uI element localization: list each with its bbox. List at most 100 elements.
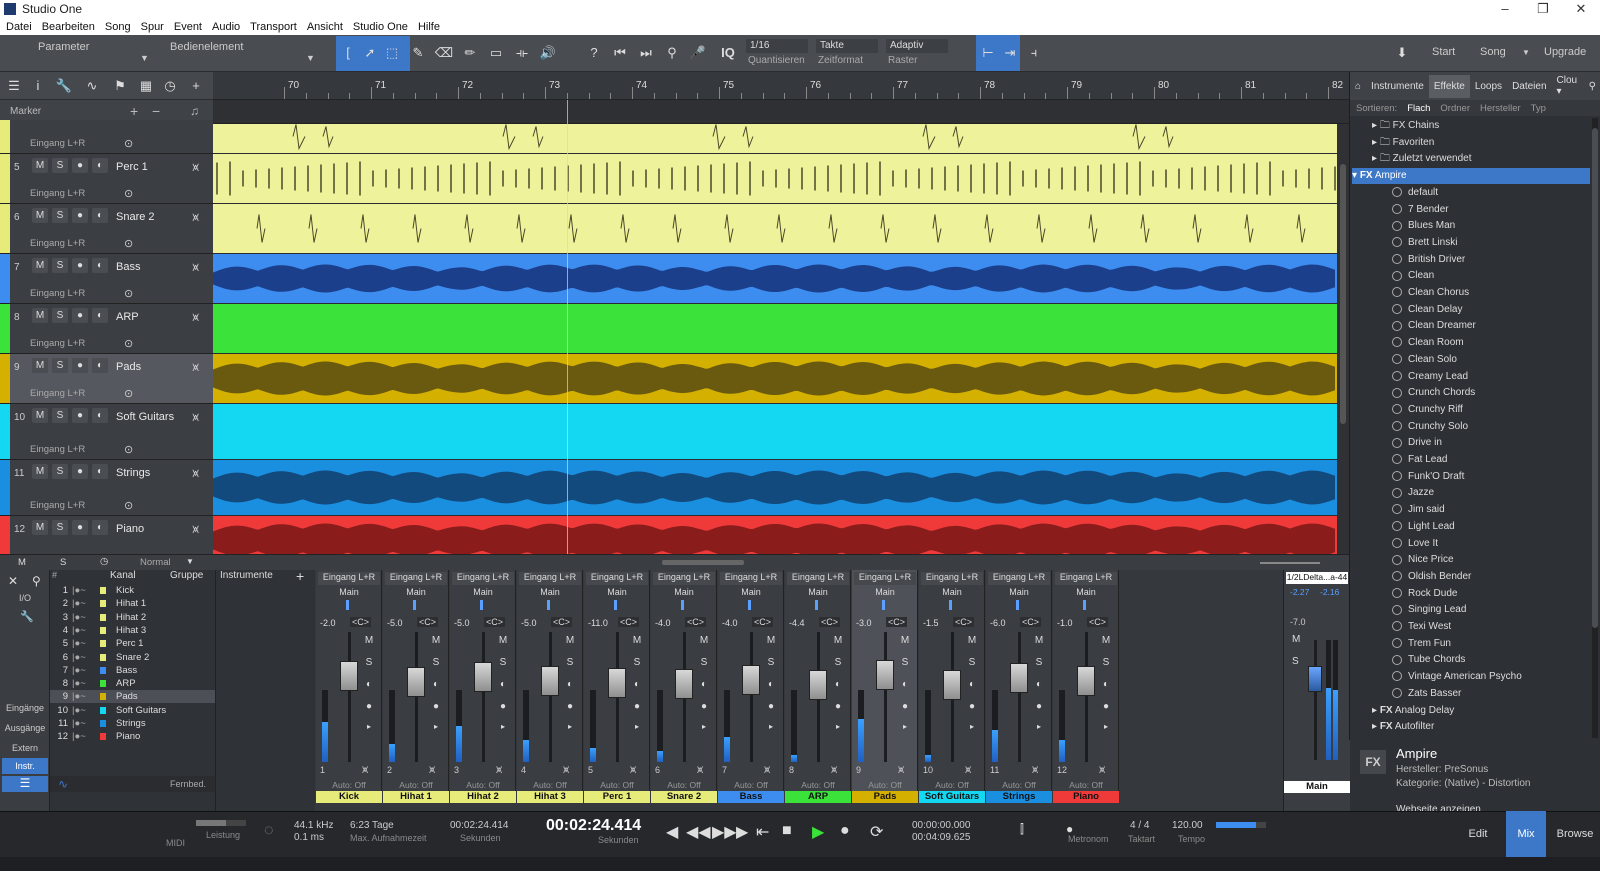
strip-volume[interactable]: -2.0 bbox=[320, 618, 336, 628]
nav-mix[interactable]: Mix bbox=[1506, 811, 1546, 857]
pencil-tool-icon[interactable]: ✎ bbox=[408, 43, 428, 63]
strip-input[interactable]: Eingang L+R bbox=[988, 572, 1050, 585]
wave-view-icon[interactable]: ∿ bbox=[58, 777, 68, 791]
browser-preset[interactable]: Rock Dude bbox=[1392, 586, 1590, 602]
strip-record-icon[interactable]: ● bbox=[1032, 700, 1046, 714]
playhead-cursor[interactable] bbox=[567, 100, 568, 554]
snap-left-icon[interactable]: ⊢ bbox=[978, 43, 998, 63]
input-toggle-icon[interactable]: ⊙ bbox=[124, 287, 133, 300]
split-tool-icon[interactable]: ▭ bbox=[486, 43, 506, 63]
strip-monitor-icon[interactable]: ◐ bbox=[496, 678, 510, 692]
strip-record-icon[interactable]: ● bbox=[831, 700, 845, 714]
range-tool-icon[interactable]: [ bbox=[338, 43, 358, 63]
automation-mode[interactable]: Auto: Off bbox=[651, 780, 717, 790]
automation-mode[interactable]: Auto: Off bbox=[517, 780, 583, 790]
strip-mute-button[interactable]: M bbox=[898, 634, 912, 648]
upload-icon[interactable]: ⬇ bbox=[1392, 43, 1412, 63]
strip-waveform-icon[interactable]: ⩙ bbox=[429, 764, 435, 777]
automation-mode[interactable]: Auto: Off bbox=[316, 780, 382, 790]
channel-list-item[interactable]: 6 |●~ Snare 2 bbox=[50, 651, 215, 664]
snap-right-icon[interactable]: ⇥ bbox=[1000, 43, 1020, 63]
strip-record-icon[interactable]: ● bbox=[630, 700, 644, 714]
browser-preset[interactable]: Tube Chords bbox=[1392, 652, 1590, 668]
track-lane[interactable] bbox=[213, 460, 1337, 515]
strip-input[interactable]: Eingang L+R bbox=[1055, 572, 1117, 585]
strip-record-icon[interactable]: ● bbox=[764, 700, 778, 714]
track-lane[interactable] bbox=[213, 304, 1337, 353]
strip-expand-icon[interactable]: ▸ bbox=[1099, 720, 1113, 734]
track-input[interactable]: Eingang L+R bbox=[30, 238, 85, 249]
strip-input[interactable]: Eingang L+R bbox=[586, 572, 648, 585]
browser-preset[interactable]: British Driver bbox=[1392, 252, 1590, 268]
menu-ansicht[interactable]: Ansicht bbox=[307, 21, 343, 33]
waveform-icon[interactable]: ⩙ bbox=[192, 522, 199, 537]
loop-button[interactable]: ⟳ bbox=[870, 822, 883, 842]
main-solo-button[interactable]: S bbox=[1292, 656, 1299, 667]
browser-preset[interactable]: Drive in bbox=[1392, 435, 1590, 451]
browser-folder[interactable]: ▸ 🗀 FX Chains bbox=[1372, 118, 1590, 134]
strip-waveform-icon[interactable]: ⩙ bbox=[764, 764, 770, 777]
strip-expand-icon[interactable]: ▸ bbox=[764, 720, 778, 734]
strip-solo-button[interactable]: S bbox=[563, 656, 577, 670]
strip-solo-button[interactable]: S bbox=[965, 656, 979, 670]
skip-forward-icon[interactable]: ⏭ bbox=[636, 43, 656, 63]
upgrade-button[interactable]: Upgrade bbox=[1544, 46, 1586, 58]
browser-plugin[interactable]: ▸ FX Autofilter bbox=[1372, 719, 1590, 735]
time-signature[interactable]: 4 / 4 bbox=[1130, 820, 1149, 831]
rewind-icon[interactable]: ◀◀ bbox=[686, 822, 711, 842]
track-lane[interactable] bbox=[213, 354, 1337, 403]
automation-mode[interactable]: Auto: Off bbox=[986, 780, 1052, 790]
loop-left[interactable]: 00:00:00.000 bbox=[912, 820, 970, 831]
expand-icon[interactable]: ▸ bbox=[1372, 137, 1377, 148]
info-icon[interactable]: i bbox=[28, 76, 48, 96]
record-arm-button[interactable]: ● bbox=[72, 258, 88, 273]
skip-end-icon[interactable]: ⇤ bbox=[756, 822, 769, 842]
monitor-button[interactable]: ◐ bbox=[92, 408, 108, 423]
track-header[interactable]: Eingang L+R ⊙ bbox=[0, 120, 213, 154]
quantize-dropdown[interactable]: 1/16 bbox=[746, 39, 808, 53]
add-instrument-icon[interactable]: + bbox=[296, 568, 304, 584]
channel-list-item[interactable]: 10 |●~ Soft Guitars bbox=[50, 704, 215, 717]
play-button[interactable]: ▶ bbox=[812, 822, 824, 842]
strip-volume[interactable]: -1.0 bbox=[1057, 618, 1073, 628]
mute-button[interactable]: M bbox=[32, 408, 48, 423]
input-toggle-icon[interactable]: ⊙ bbox=[124, 387, 133, 400]
expand-icon[interactable]: ▸ bbox=[1372, 153, 1377, 164]
automation-mode[interactable]: Auto: Off bbox=[785, 780, 851, 790]
paint-tool-icon[interactable]: ✏ bbox=[460, 43, 480, 63]
menu-spur[interactable]: Spur bbox=[141, 21, 164, 33]
browser-preset[interactable]: Clean Room bbox=[1392, 335, 1590, 351]
volume-fader[interactable] bbox=[407, 667, 425, 697]
mute-button[interactable]: M bbox=[32, 464, 48, 479]
forward-end-icon[interactable]: ▶ bbox=[736, 822, 748, 842]
strip-pan[interactable]: <C> bbox=[1020, 617, 1042, 627]
strip-waveform-icon[interactable]: ⩙ bbox=[630, 764, 636, 777]
browser-preset[interactable]: Crunchy Riff bbox=[1392, 402, 1590, 418]
strip-record-icon[interactable]: ● bbox=[965, 700, 979, 714]
strip-mute-button[interactable]: M bbox=[764, 634, 778, 648]
track-lane[interactable] bbox=[213, 516, 1337, 554]
punch-icon[interactable]: ⫿ bbox=[1020, 822, 1024, 837]
nav-ausgaenge[interactable]: Ausgänge bbox=[2, 720, 48, 736]
strip-waveform-icon[interactable]: ⩙ bbox=[965, 764, 971, 777]
main-fader[interactable] bbox=[1308, 666, 1322, 692]
strip-output[interactable]: Main bbox=[720, 587, 782, 600]
sort-ordner[interactable]: Ordner bbox=[1440, 103, 1470, 114]
browser-preset[interactable]: Love It bbox=[1392, 536, 1590, 552]
tab-dateien[interactable]: Dateien bbox=[1507, 81, 1551, 92]
strip-monitor-icon[interactable]: ◐ bbox=[965, 678, 979, 692]
record-arm-button[interactable]: ● bbox=[72, 158, 88, 173]
strip-solo-button[interactable]: S bbox=[630, 656, 644, 670]
record-arm-button[interactable]: ● bbox=[72, 208, 88, 223]
track-lane[interactable] bbox=[213, 154, 1337, 203]
record-arm-button[interactable]: ● bbox=[72, 308, 88, 323]
volume-fader[interactable] bbox=[943, 670, 961, 700]
volume-fader[interactable] bbox=[340, 661, 358, 691]
channel-list-item[interactable]: 4 |●~ Hihat 3 bbox=[50, 624, 215, 637]
strip-mute-button[interactable]: M bbox=[362, 634, 376, 648]
channel-list-item[interactable]: 7 |●~ Bass bbox=[50, 664, 215, 677]
fernbed-label[interactable]: Fernbed. bbox=[170, 779, 206, 789]
collapse-icon[interactable]: ▾ bbox=[1352, 170, 1357, 181]
browser-preset[interactable]: default bbox=[1392, 185, 1590, 201]
global-mute[interactable]: M bbox=[18, 557, 26, 568]
